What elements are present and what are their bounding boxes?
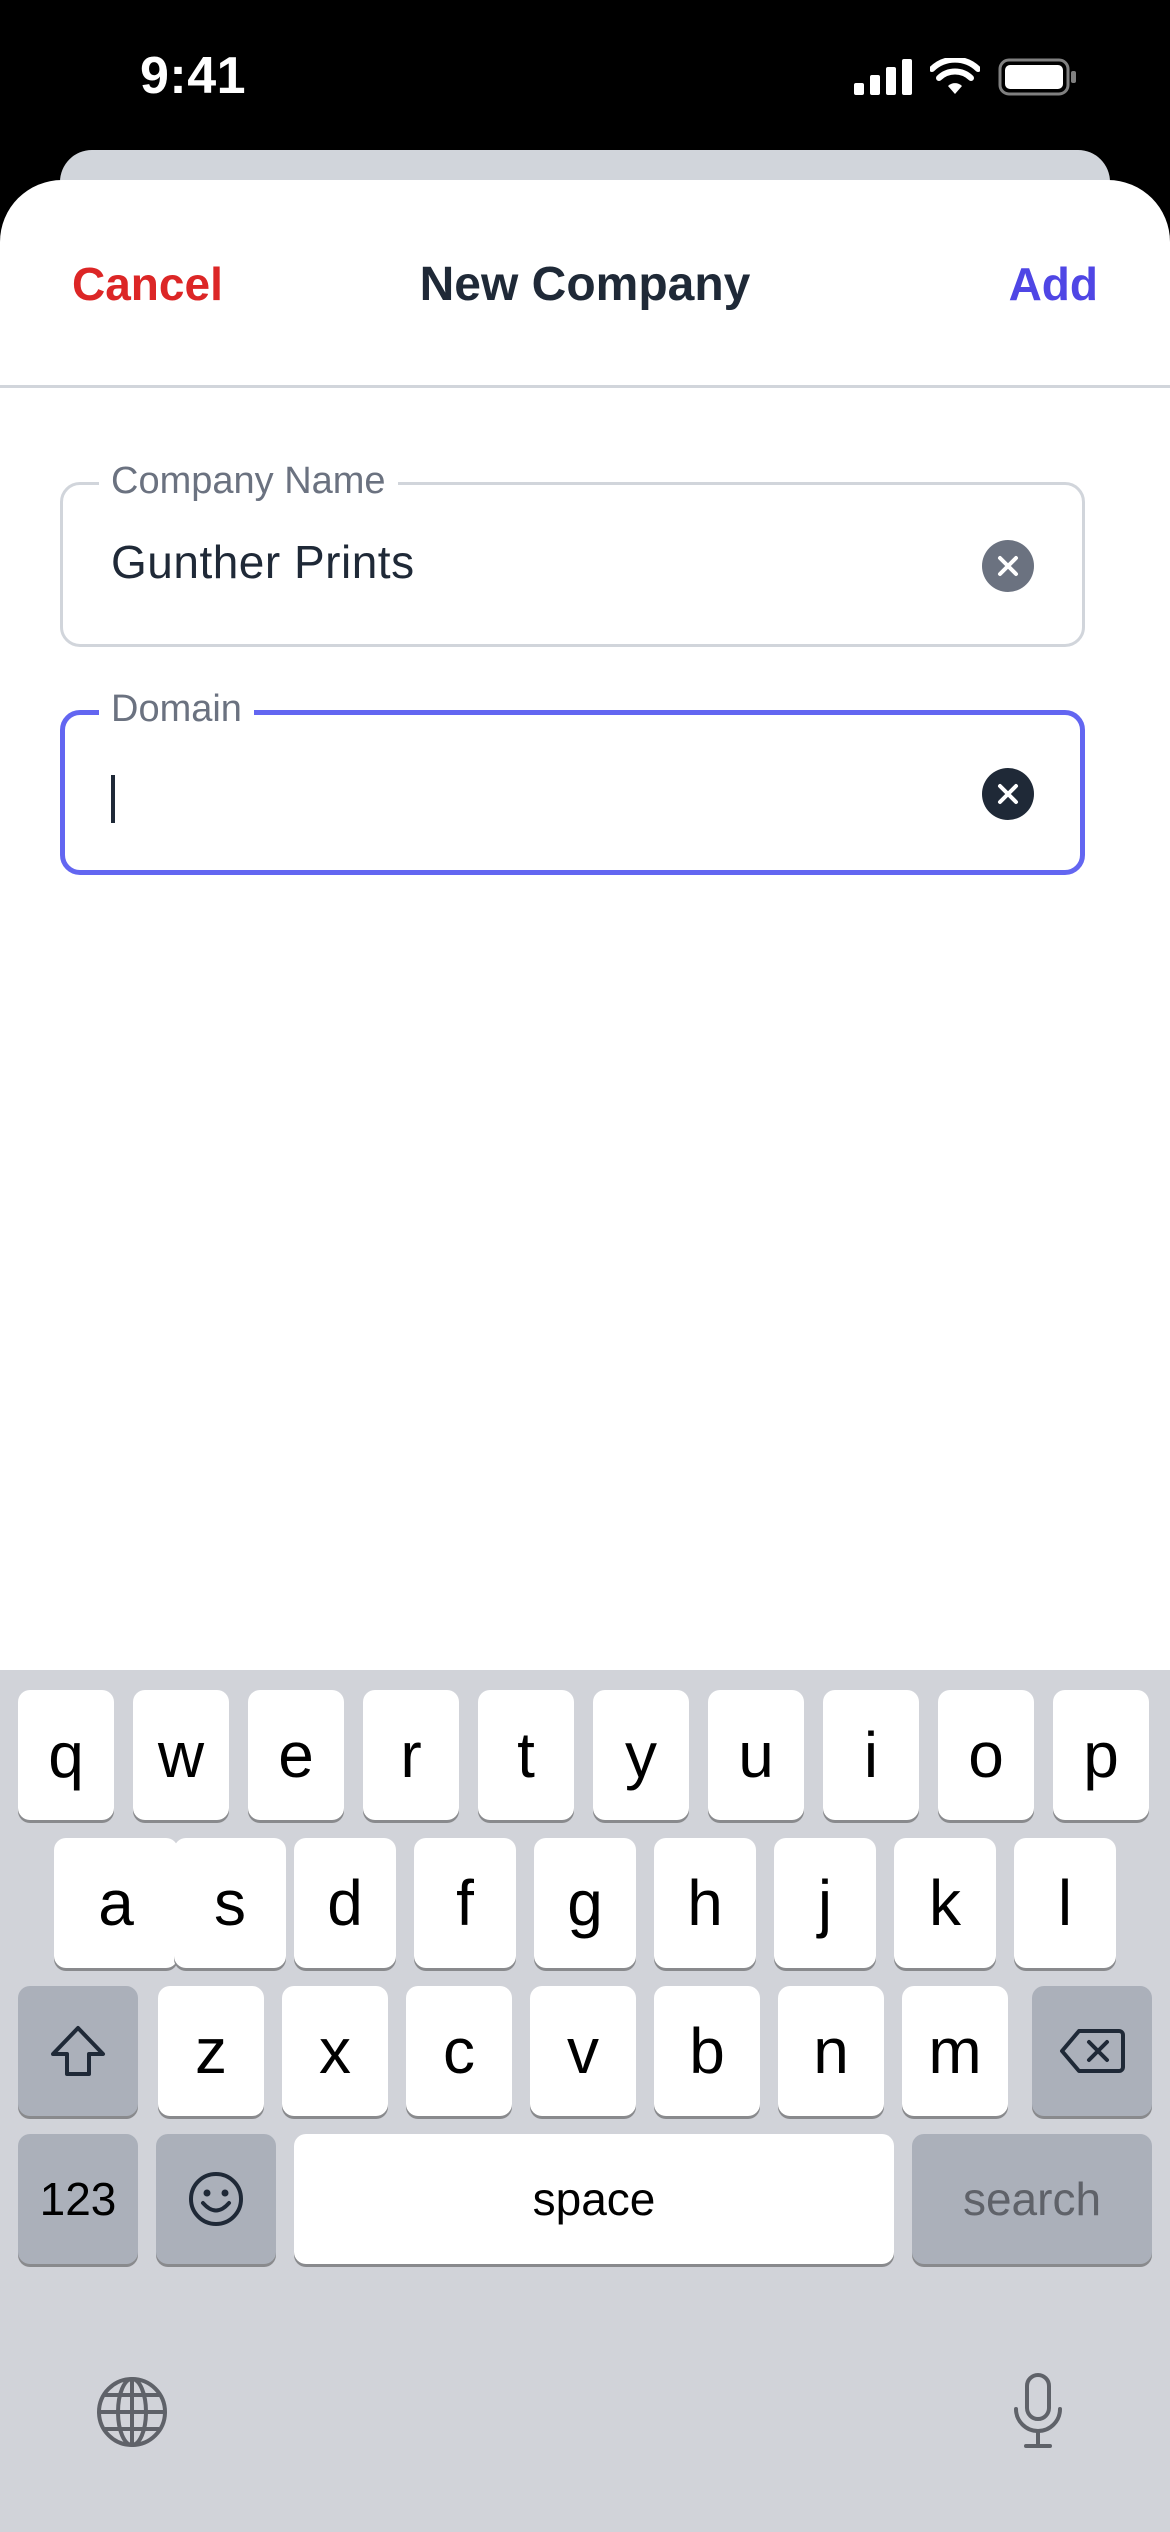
numbers-key[interactable]: 123	[18, 2134, 138, 2264]
emoji-icon	[189, 2172, 243, 2226]
shift-icon	[51, 2026, 105, 2076]
key-a[interactable]: a	[54, 1838, 178, 1968]
domain-clear-button[interactable]	[982, 768, 1034, 820]
key-m[interactable]: m	[902, 1986, 1008, 2116]
add-button[interactable]: Add	[1009, 257, 1098, 311]
globe-button[interactable]	[95, 2375, 169, 2454]
key-x[interactable]: x	[282, 1986, 388, 2116]
key-f[interactable]: f	[414, 1838, 516, 1968]
dictation-button[interactable]	[1008, 2371, 1068, 2456]
company-name-value: Gunther Prints	[111, 536, 415, 588]
key-n[interactable]: n	[778, 1986, 884, 2116]
key-c[interactable]: c	[406, 1986, 512, 2116]
key-k[interactable]: k	[894, 1838, 996, 1968]
globe-icon	[97, 2377, 167, 2447]
domain-field[interactable]: Domain	[60, 679, 1085, 875]
status-icons	[854, 58, 1078, 96]
key-r[interactable]: r	[363, 1690, 459, 1820]
nav-bar: Cancel New Company Add	[0, 180, 1170, 388]
company-name-label: Company Name	[99, 451, 398, 511]
key-i[interactable]: i	[823, 1690, 919, 1820]
keyboard-bottom-bar	[0, 2345, 1170, 2475]
space-key[interactable]: space	[294, 2134, 894, 2264]
key-t[interactable]: t	[478, 1690, 574, 1820]
status-time: 9:41	[140, 47, 247, 105]
page-title: New Company	[419, 258, 751, 311]
key-d[interactable]: d	[294, 1838, 396, 1968]
microphone-icon	[1014, 2373, 1062, 2448]
key-q[interactable]: q	[18, 1690, 114, 1820]
keyboard: q w e r t y u i o p a s d f g h j k l z …	[0, 1670, 1170, 2532]
key-b[interactable]: b	[654, 1986, 760, 2116]
key-z[interactable]: z	[158, 1986, 264, 2116]
wifi-icon	[930, 58, 980, 94]
key-j[interactable]: j	[774, 1838, 876, 1968]
key-g[interactable]: g	[534, 1838, 636, 1968]
clear-icon	[998, 784, 1018, 804]
key-p[interactable]: p	[1053, 1690, 1149, 1820]
cellular-signal-icon	[854, 59, 912, 95]
key-y[interactable]: y	[593, 1690, 689, 1820]
company-name-field[interactable]: Company Name Gunther Prints	[60, 451, 1085, 647]
emoji-key[interactable]	[156, 2134, 276, 2264]
backspace-key[interactable]	[1032, 1986, 1152, 2116]
domain-label: Domain	[99, 679, 254, 739]
key-o[interactable]: o	[938, 1690, 1034, 1820]
key-e[interactable]: e	[248, 1690, 344, 1820]
search-key[interactable]: search	[912, 2134, 1152, 2264]
shift-key[interactable]	[18, 1986, 138, 2116]
key-l[interactable]: l	[1014, 1838, 1116, 1968]
company-name-clear-button[interactable]	[982, 540, 1034, 592]
key-w[interactable]: w	[133, 1690, 229, 1820]
clear-icon	[998, 556, 1018, 576]
key-u[interactable]: u	[708, 1690, 804, 1820]
text-cursor	[111, 775, 115, 823]
key-h[interactable]: h	[654, 1838, 756, 1968]
key-s[interactable]: s	[174, 1838, 286, 1968]
status-bar: 9:41	[0, 0, 1170, 150]
key-v[interactable]: v	[530, 1986, 636, 2116]
battery-icon	[998, 58, 1076, 96]
backspace-icon	[1060, 2029, 1125, 2073]
